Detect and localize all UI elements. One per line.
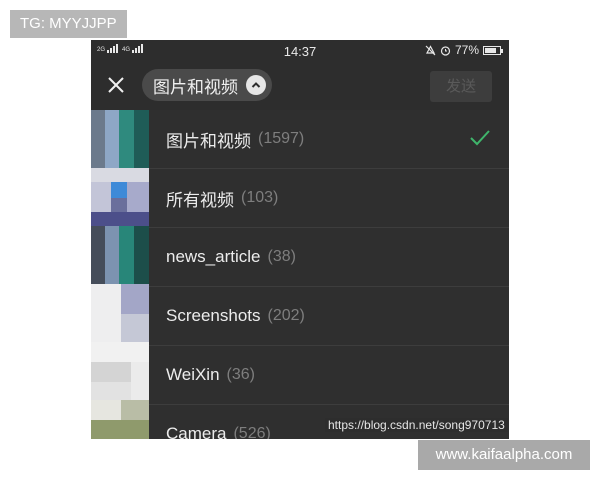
phone-screen: 2G 4G 14:37 77% 图片和视频 发送 图片和视频 (1597) 所有… xyxy=(91,40,509,439)
album-name: 图片和视频 xyxy=(166,131,251,151)
album-item-weixin[interactable]: WeiXin (36) xyxy=(149,346,509,405)
tg-badge: TG: MYYJJPP xyxy=(10,10,127,38)
thumbnail-strip xyxy=(91,110,149,439)
album-item-screenshots[interactable]: Screenshots (202) xyxy=(149,287,509,346)
alarm-icon xyxy=(440,45,451,56)
send-button[interactable]: 发送 xyxy=(430,71,492,102)
status-right: 77% xyxy=(425,43,503,57)
thumbnail-3[interactable] xyxy=(91,226,149,284)
battery-percent: 77% xyxy=(454,43,479,57)
album-name: news_article xyxy=(166,247,261,266)
album-item-news-article[interactable]: news_article (38) xyxy=(149,228,509,287)
thumbnail-1[interactable] xyxy=(91,110,149,168)
check-icon xyxy=(470,130,490,146)
thumbnail-2[interactable] xyxy=(91,168,149,226)
album-count: (202) xyxy=(267,307,305,324)
status-bar: 2G 4G 14:37 77% xyxy=(91,40,509,62)
album-list: 图片和视频 (1597) 所有视频 (103) news_article (38… xyxy=(149,110,509,439)
album-name: 所有视频 xyxy=(166,190,234,210)
album-selector-label: 图片和视频 xyxy=(153,77,238,97)
album-selector-button[interactable]: 图片和视频 xyxy=(142,69,272,101)
battery-fill xyxy=(485,47,496,53)
thumbnail-4[interactable] xyxy=(91,284,149,342)
battery-icon xyxy=(483,45,503,55)
thumbnail-6[interactable] xyxy=(91,400,149,439)
thumbnail-5[interactable] xyxy=(91,342,149,400)
chevron-up-icon xyxy=(246,75,266,95)
album-item-videos[interactable]: 所有视频 (103) xyxy=(149,169,509,228)
album-name: Screenshots xyxy=(166,306,261,325)
site-watermark: www.kaifaalpha.com xyxy=(418,440,590,470)
close-icon[interactable] xyxy=(105,74,127,96)
album-count: (526) xyxy=(233,425,271,439)
album-name: WeiXin xyxy=(166,365,220,384)
album-name: Camera xyxy=(166,424,227,439)
toolbar: 图片和视频 发送 xyxy=(91,66,509,106)
album-item-all[interactable]: 图片和视频 (1597) xyxy=(149,110,509,169)
mute-icon xyxy=(425,44,436,55)
album-count: (36) xyxy=(226,366,255,383)
album-count: (1597) xyxy=(258,130,305,147)
album-count: (103) xyxy=(241,189,279,206)
album-count: (38) xyxy=(267,248,296,265)
csdn-watermark: https://blog.csdn.net/song970713 xyxy=(325,418,508,432)
